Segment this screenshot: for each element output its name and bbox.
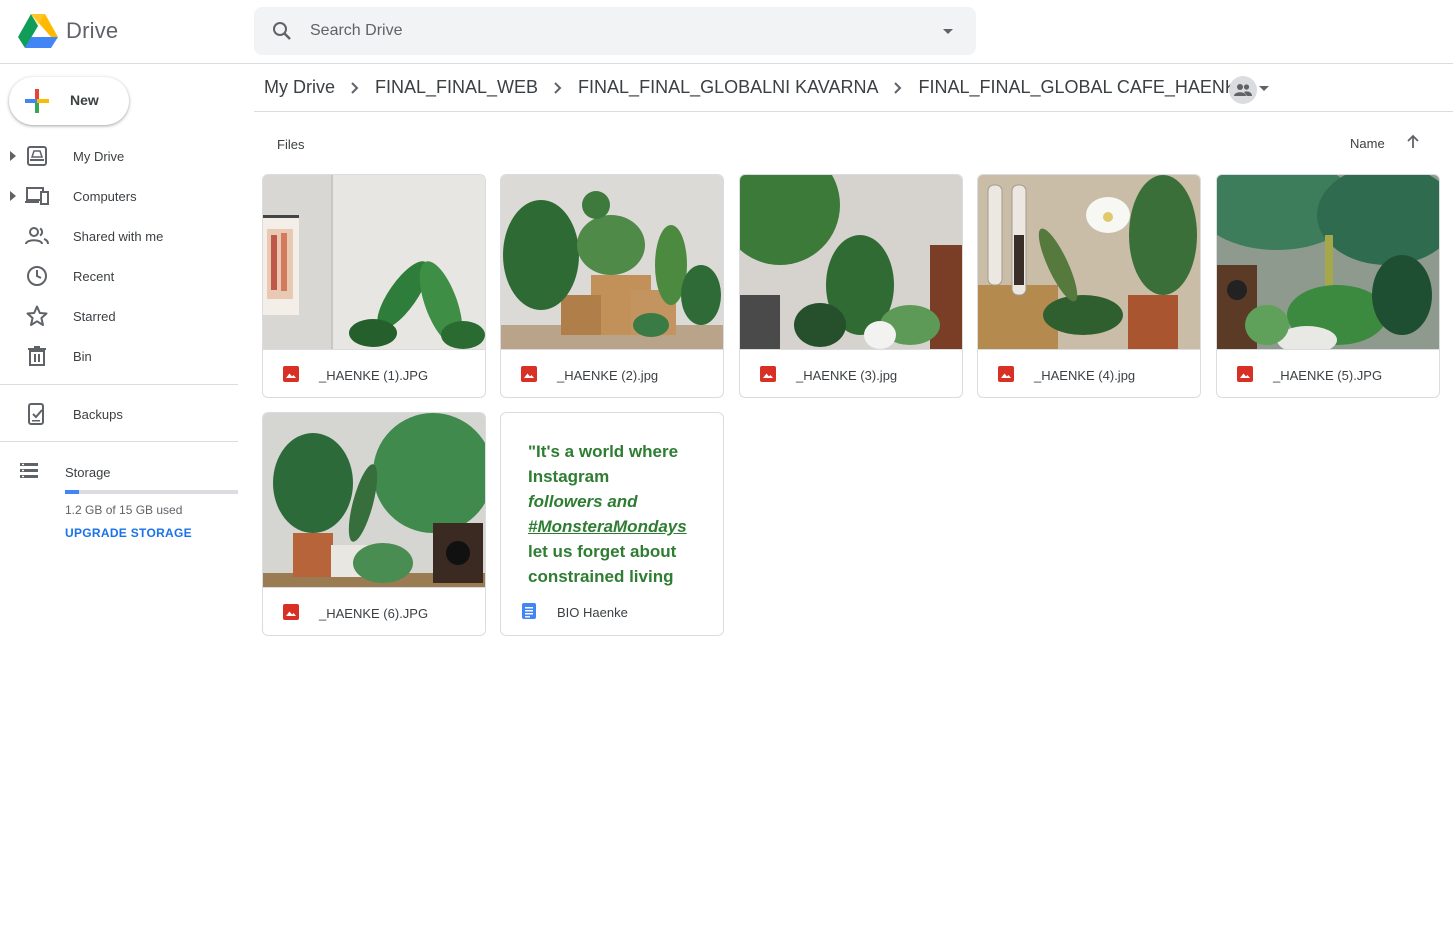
image-thumbnail [263,175,485,349]
document-preview-line: #MonsteraMondays [528,517,687,536]
image-file-icon [283,366,299,382]
upgrade-storage-link[interactable]: UPGRADE STORAGE [65,526,192,540]
file-card[interactable]: _HAENKE (4).jpg [977,174,1201,398]
shared-icon [25,227,49,245]
file-card-footer: _HAENKE (3).jpg [740,349,962,397]
image-thumbnail [263,413,485,587]
sidebar-item-my-drive[interactable]: My Drive [0,136,238,176]
chevron-right-icon [335,78,375,98]
file-card-footer: _HAENKE (4).jpg [978,349,1200,397]
document-preview-line: let us forget about [528,542,677,561]
breadcrumb-current-folder[interactable]: FINAL_FINAL_GLOBAL CAFE_HAENKE [918,77,1248,98]
document-preview: "It's a world where Instagram followers … [501,413,723,587]
chevron-right-icon [878,78,918,98]
image-thumbnail [740,175,962,349]
expand-caret-icon[interactable] [10,151,16,161]
document-preview-line: Instagram [528,467,610,486]
file-card-footer: _HAENKE (2).jpg [501,349,723,397]
file-name: _HAENKE (4).jpg [1034,368,1136,383]
image-thumbnail [501,175,723,349]
image-file-icon [760,366,776,382]
top-bar: Drive [0,0,1453,64]
computers-icon [25,187,49,205]
file-name: _HAENKE (6).JPG [319,606,429,621]
sidebar-divider [0,441,238,442]
docs-file-icon [522,603,536,619]
plus-icon [25,89,49,113]
breadcrumb-item[interactable]: FINAL_FINAL_GLOBALNI KAVARNA [578,77,878,98]
image-file-icon [1237,366,1253,382]
file-card[interactable]: _HAENKE (5).JPG [1216,174,1440,398]
file-name: _HAENKE (2).jpg [557,368,659,383]
app-brand[interactable]: Drive [66,18,118,44]
trash-icon [28,346,46,366]
sidebar-item-label: My Drive [73,149,125,164]
sidebar-item-starred[interactable]: Starred [0,296,238,336]
storage-used-text: 1.2 GB of 15 GB used [65,503,183,517]
file-name: _HAENKE (5).JPG [1273,368,1383,383]
expand-caret-icon[interactable] [10,191,16,201]
backups-icon [28,403,44,425]
image-file-icon [283,604,299,620]
clock-icon [27,266,47,286]
file-card-footer: _HAENKE (1).JPG [263,349,485,397]
files-section-label: Files [277,137,305,152]
new-button-label: New [70,92,99,108]
breadcrumb-item[interactable]: My Drive [264,77,335,98]
people-icon [1234,84,1252,96]
sidebar-divider [0,384,238,385]
image-file-icon [998,366,1014,382]
sidebar-item-label: Computers [73,189,137,204]
file-card[interactable]: _HAENKE (6).JPG [262,412,486,636]
file-name: _HAENKE (1).JPG [319,368,429,383]
chevron-right-icon [538,78,578,98]
storage-icon [20,463,38,478]
image-file-icon [521,366,537,382]
sidebar-item-label: Recent [73,269,115,284]
image-thumbnail [978,175,1200,349]
drive-logo-icon[interactable] [18,13,58,49]
sidebar-item-backups[interactable]: Backups [0,394,238,434]
file-card-footer: BIO Haenke [501,587,723,635]
image-thumbnail [1217,175,1439,349]
storage-label[interactable]: Storage [65,465,111,480]
file-name: _HAENKE (3).jpg [796,368,898,383]
new-button[interactable]: New [9,77,129,125]
file-card[interactable]: _HAENKE (1).JPG [262,174,486,398]
search-options-dropdown-icon[interactable] [936,19,960,43]
file-card[interactable]: _HAENKE (2).jpg [500,174,724,398]
arrow-up-icon[interactable] [1403,132,1423,152]
breadcrumb: My Drive FINAL_FINAL_WEB FINAL_FINAL_GLO… [264,77,1279,98]
sort-by-name-button[interactable]: Name [1350,136,1385,151]
file-name: BIO Haenke [557,605,628,620]
file-card-footer: _HAENKE (5).JPG [1217,349,1439,397]
storage-usage-fill [65,490,79,494]
search-icon[interactable] [270,19,294,43]
sidebar-nav: My Drive Computers Shared with me Recent… [0,136,238,376]
sidebar-item-label: Starred [73,309,116,324]
sidebar-item-label: Backups [73,407,123,422]
document-preview-line: followers and [528,492,638,511]
storage-usage-bar [65,490,238,494]
star-icon [26,305,48,326]
my-drive-icon [27,146,47,166]
document-preview-line: "It's a world where [528,442,679,461]
document-preview-line: constrained living [528,567,674,586]
sidebar-item-shared-with-me[interactable]: Shared with me [0,216,238,256]
sidebar-item-label: Bin [73,349,92,364]
breadcrumb-item[interactable]: FINAL_FINAL_WEB [375,77,538,98]
search-box[interactable] [254,7,976,55]
breadcrumb-bar: My Drive FINAL_FINAL_WEB FINAL_FINAL_GLO… [254,64,1453,112]
file-card[interactable]: _HAENKE (3).jpg [739,174,963,398]
sidebar-item-label: Shared with me [73,229,164,244]
sidebar-item-recent[interactable]: Recent [0,256,238,296]
shared-folder-people-button[interactable] [1229,76,1257,104]
search-input[interactable] [310,19,910,43]
file-card[interactable]: "It's a world where Instagram followers … [500,412,724,636]
sidebar-item-computers[interactable]: Computers [0,176,238,216]
file-card-footer: _HAENKE (6).JPG [263,587,485,635]
sidebar-item-bin[interactable]: Bin [0,336,238,376]
